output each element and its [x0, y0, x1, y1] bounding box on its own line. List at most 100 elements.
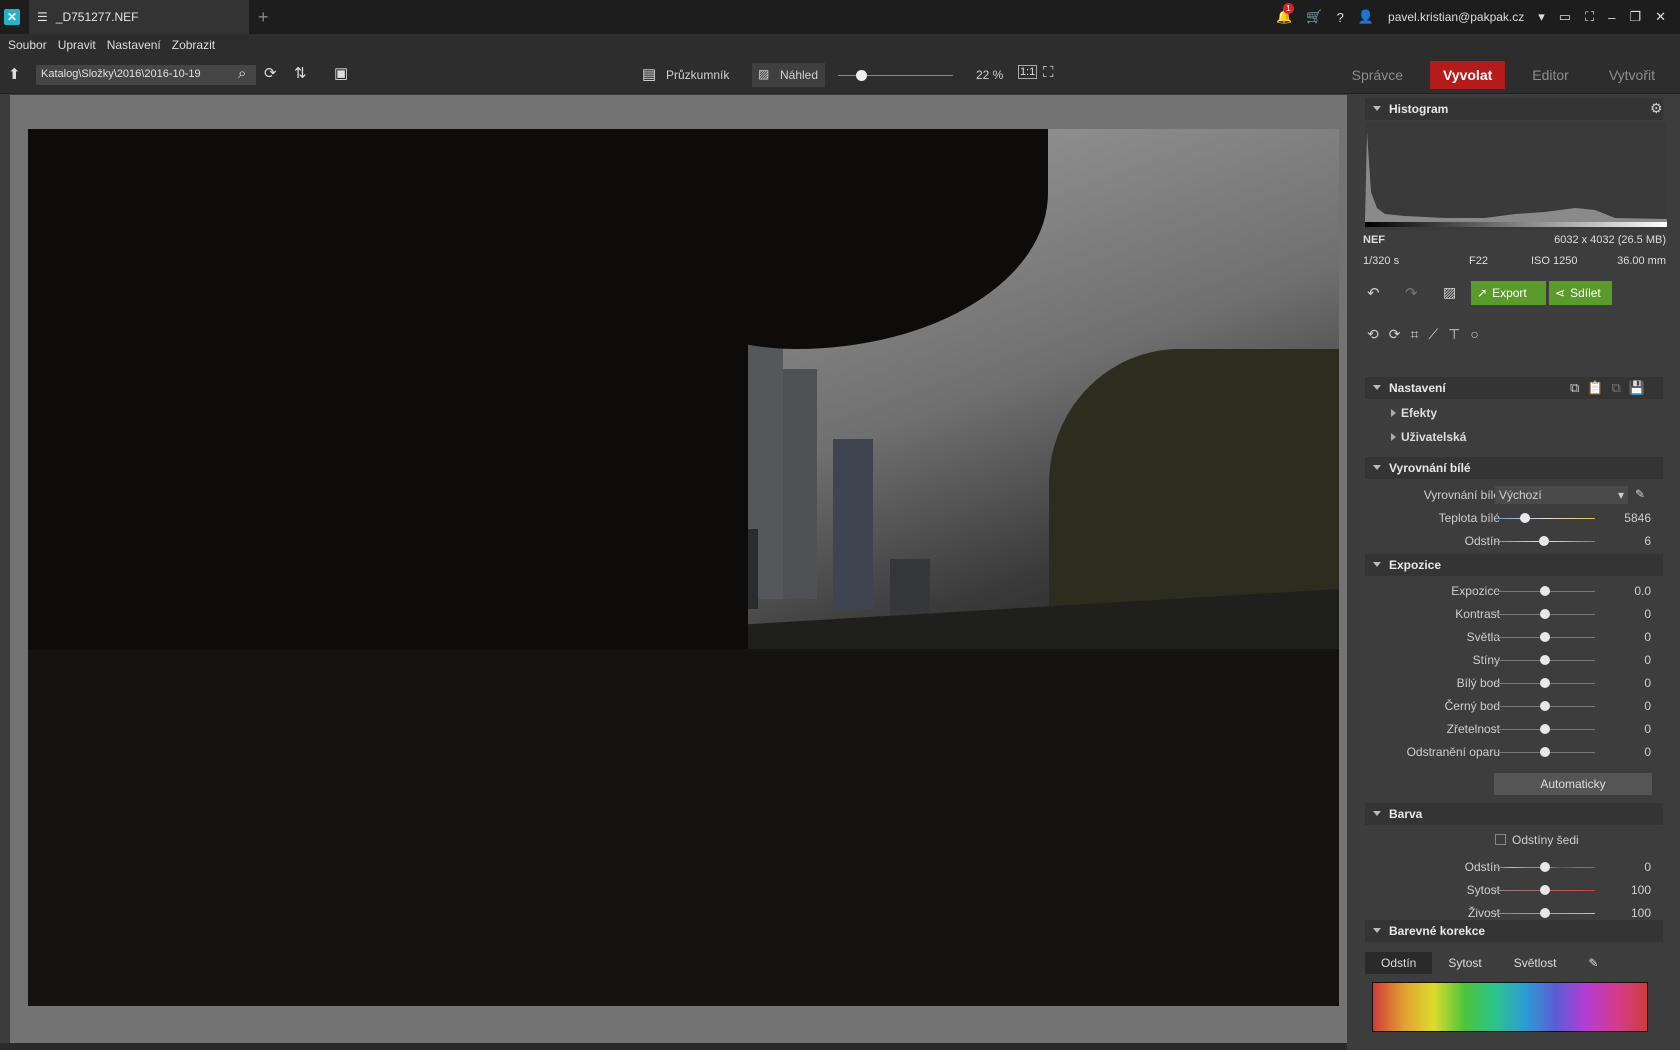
exposure-value[interactable]: 0 — [1644, 676, 1651, 690]
browser-button[interactable]: Průzkumník — [666, 68, 729, 82]
circle-icon[interactable]: ○ — [1470, 326, 1478, 343]
crop-icon[interactable]: ⌗ — [1410, 326, 1418, 343]
preview-button[interactable]: ▨ Náhled — [752, 63, 825, 87]
wb-temp-row[interactable]: Teplota bílé 5846 — [1355, 507, 1675, 529]
exposure-row[interactable]: Černý bod 0 — [1355, 695, 1675, 717]
grayscale-checkbox[interactable] — [1495, 834, 1506, 845]
save-icon[interactable]: 💾 — [1629, 380, 1645, 396]
auto-button[interactable]: Automaticky — [1494, 773, 1652, 795]
menu-file[interactable]: Soubor — [8, 38, 47, 52]
image-viewer[interactable] — [10, 95, 1347, 1043]
rotate-left-icon[interactable]: ⟲ — [1367, 326, 1379, 343]
eyedropper-icon[interactable]: ✎ — [1572, 952, 1614, 974]
mode-manager[interactable]: Správce — [1339, 61, 1416, 89]
exposure-value[interactable]: 0 — [1644, 722, 1651, 736]
exposure-value[interactable]: 0 — [1644, 745, 1651, 759]
maximize-button[interactable]: ❐ — [1629, 9, 1641, 25]
undo-icon[interactable]: ↶ — [1367, 284, 1380, 302]
exposure-row[interactable]: Zřetelnost 0 — [1355, 718, 1675, 740]
compare-icon[interactable]: ▨ — [1443, 284, 1456, 301]
exposure-knob[interactable] — [1540, 632, 1550, 642]
exposure-knob[interactable] — [1540, 655, 1550, 665]
menu-view[interactable]: Zobrazit — [172, 38, 215, 52]
corrections-header[interactable]: Barevné korekce — [1365, 920, 1663, 942]
exposure-value[interactable]: 0 — [1644, 630, 1651, 644]
temp-knob[interactable] — [1520, 513, 1530, 523]
wb-header[interactable]: Vyrovnání bílé — [1365, 457, 1663, 479]
monitor-icon[interactable]: ▭ — [1559, 9, 1571, 25]
color-header[interactable]: Barva — [1365, 803, 1663, 825]
refresh-icon[interactable]: ⟳ — [264, 64, 277, 82]
exposure-value[interactable]: 0 — [1644, 699, 1651, 713]
tab-saturation[interactable]: Sytost — [1432, 952, 1497, 974]
cart-icon[interactable]: 🛒 — [1306, 9, 1322, 25]
sort-icon[interactable]: ⇅ — [294, 64, 307, 82]
new-tab-button[interactable]: + — [258, 7, 269, 28]
paste-icon[interactable]: 📋 — [1587, 380, 1603, 396]
path-input[interactable]: Katalog\Složky\2016\2016-10-19 — [36, 65, 256, 85]
temp-slider[interactable] — [1495, 518, 1595, 519]
help-icon[interactable]: ? — [1337, 10, 1344, 25]
exposure-header[interactable]: Expozice — [1365, 554, 1663, 576]
exposure-knob[interactable] — [1540, 747, 1550, 757]
hue-curve[interactable] — [1372, 982, 1648, 1032]
exposure-value[interactable]: 0.0 — [1634, 584, 1651, 598]
user-presets-item[interactable]: Uživatelská — [1390, 430, 1466, 444]
copy-icon[interactable]: ⧉ — [1570, 380, 1579, 396]
exposure-row[interactable]: Bílý bod 0 — [1355, 672, 1675, 694]
menu-settings[interactable]: Nastavení — [107, 38, 161, 52]
mode-create[interactable]: Vytvořit — [1596, 61, 1668, 89]
filmstrip-bar[interactable] — [0, 1043, 1347, 1050]
effects-item[interactable]: Efekty — [1390, 406, 1437, 420]
perspective-icon[interactable]: ⟋ — [1428, 326, 1438, 343]
exposure-row[interactable]: Expozice 0.0 — [1355, 580, 1675, 602]
exposure-knob[interactable] — [1540, 678, 1550, 688]
fit-screen-icon[interactable]: ⛶ — [1043, 64, 1054, 81]
eyedropper-icon[interactable]: ✎ — [1635, 487, 1645, 501]
color-value[interactable]: 0 — [1644, 860, 1651, 874]
color-knob[interactable] — [1540, 862, 1550, 872]
exposure-row[interactable]: Odstranění oparu 0 — [1355, 741, 1675, 763]
color-row[interactable]: Sytost 100 — [1355, 879, 1675, 901]
tab-hue[interactable]: Odstín — [1365, 952, 1433, 974]
menu-edit[interactable]: Upravit — [58, 38, 96, 52]
redo-icon[interactable]: ↷ — [1405, 284, 1418, 302]
gear-icon[interactable]: ⚙ — [1650, 100, 1663, 117]
user-email[interactable]: pavel.kristian@pakpak.cz — [1388, 10, 1524, 24]
mode-editor[interactable]: Editor — [1519, 61, 1582, 89]
exposure-value[interactable]: 0 — [1644, 607, 1651, 621]
zoom-slider[interactable] — [838, 70, 953, 81]
tint-knob[interactable] — [1539, 536, 1549, 546]
exposure-knob[interactable] — [1540, 701, 1550, 711]
tint-value[interactable]: 6 — [1644, 534, 1651, 548]
exposure-row[interactable]: Stíny 0 — [1355, 649, 1675, 671]
mode-develop[interactable]: Vyvolat — [1429, 61, 1506, 89]
zoom-slider-knob[interactable] — [856, 70, 867, 81]
histogram-header[interactable]: Histogram — [1365, 98, 1663, 120]
close-button[interactable]: ✕ — [1655, 9, 1666, 25]
minimize-button[interactable]: – — [1608, 10, 1615, 25]
actual-size-icon[interactable]: 1:1 — [1018, 65, 1038, 79]
temp-value[interactable]: 5846 — [1624, 511, 1651, 525]
chevron-down-icon[interactable]: ▾ — [1538, 9, 1545, 25]
share-button[interactable]: ⋖ Sdílet — [1549, 281, 1612, 305]
color-row[interactable]: Odstín 0 — [1355, 856, 1675, 878]
user-icon[interactable]: 👤 — [1358, 9, 1374, 25]
clear-icon[interactable]: ⧉ — [1611, 380, 1620, 396]
exposure-knob[interactable] — [1540, 724, 1550, 734]
document-tab[interactable]: ☰ _D751277.NEF — [29, 0, 249, 34]
exposure-knob[interactable] — [1540, 609, 1550, 619]
exposure-row[interactable]: Světla 0 — [1355, 626, 1675, 648]
color-value[interactable]: 100 — [1631, 906, 1651, 920]
exposure-value[interactable]: 0 — [1644, 653, 1651, 667]
color-knob[interactable] — [1540, 908, 1550, 918]
exposure-knob[interactable] — [1540, 586, 1550, 596]
wb-preset-select[interactable]: Výchozí ▾ — [1495, 486, 1628, 504]
wb-tint-row[interactable]: Odstín 6 — [1355, 530, 1675, 552]
new-folder-icon[interactable]: ▣ — [334, 64, 348, 82]
exposure-row[interactable]: Kontrast 0 — [1355, 603, 1675, 625]
folder-up-icon[interactable]: ⬆ — [8, 65, 21, 83]
search-icon[interactable]: ⌕ — [238, 65, 246, 82]
color-knob[interactable] — [1540, 885, 1550, 895]
notification-icon[interactable]: 🔔 1 — [1276, 3, 1294, 25]
